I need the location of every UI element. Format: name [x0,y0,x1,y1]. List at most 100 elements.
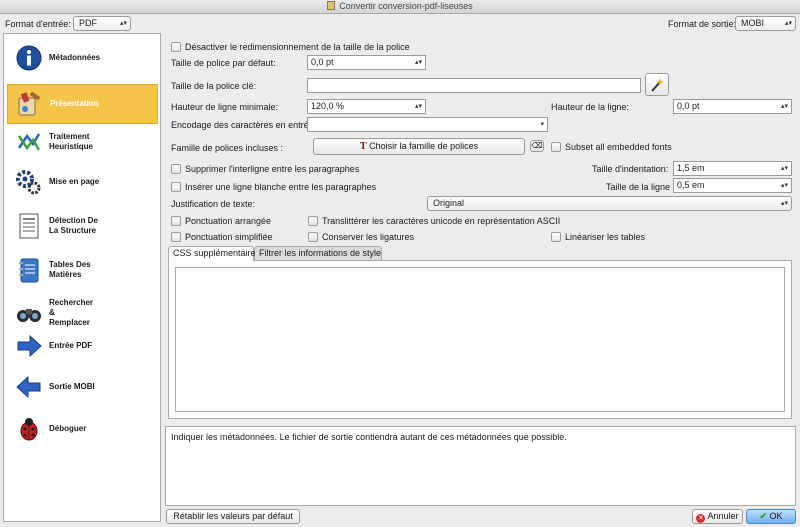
input-encoding-label: Encodage des caractères en entrée: [171,120,317,130]
reset-defaults-label: Rétablir les valeurs par défaut [173,511,293,521]
sidebar-item-metadata[interactable]: Métadonnées [7,39,158,79]
chevron-updown-icon: ▴▾ [784,20,792,27]
disable-font-resize-label: Désactiver le redimensionnement de la ta… [185,42,410,52]
sidebar-item-mobi-output[interactable]: Sortie MOBI [7,368,158,408]
min-line-height-label: Hauteur de ligne minimale: [171,102,279,112]
sidebar-item-structure-detection[interactable]: Détection De La Structure [7,207,158,247]
subset-fonts-label: Subset all embedded fonts [565,142,672,152]
subset-fonts-checkbox[interactable]: Subset all embedded fonts [551,141,672,153]
sidebar-item-label: Mise en page [49,177,100,186]
sidebar-item-label: Métadonnées [49,53,101,62]
sidebar-item-label: Détection De La Structure [49,216,98,235]
clear-icon: ⌫ [531,141,543,150]
justification-select[interactable]: Original ▴▾ [427,196,792,211]
cancel-button[interactable]: ✕ Annuler [692,509,743,524]
spin-arrows-icon: ▴▾ [780,165,788,172]
checkbox-box [171,232,181,242]
reset-defaults-button[interactable]: Rétablir les valeurs par défaut [166,509,300,524]
magic-wand-icon [651,78,664,92]
sidebar-item-label: Déboguer [49,424,87,433]
checkbox-box [171,182,181,192]
document-structure-icon [19,213,39,239]
paint-brush-icon [18,91,41,116]
tab-filter-style[interactable]: Filtrer les informations de style [254,246,382,260]
cancel-label: Annuler [707,511,739,521]
justification-label: Justification de texte: [171,199,256,209]
help-text-area: Indiquer les métadonnées. Le fichier de … [165,426,796,506]
checkbox-box [308,216,318,226]
sidebar-item-label: Traitement Heuristique [49,132,94,151]
unsmarten-punctuation-checkbox[interactable]: Ponctuation simplifiée [171,231,273,243]
checkbox-box [308,232,318,242]
unsmarten-punctuation-label: Ponctuation simplifiée [185,232,273,242]
sidebar-item-pdf-input[interactable]: Entrée PDF [7,327,158,367]
transliterate-unicode-label: Translittérer les caractères unicode en … [322,216,561,226]
output-format-select[interactable]: MOBI ▴▾ [735,16,796,31]
help-text: Indiquer les métadonnées. Le fichier de … [171,432,567,442]
sidebar-item-heuristics[interactable]: Traitement Heuristique [7,123,158,163]
sidebar-item-label: Présentation [50,99,99,108]
blank-line-size-label: Taille de la ligne [606,182,671,192]
sidebar: Métadonnées Présentation Traitement Heur… [3,33,161,522]
remove-paragraph-spacing-label: Supprimer l'interligne entre les paragra… [185,164,360,174]
sidebar-item-label: Tables Des Matières [49,260,91,279]
window-title: Convertir conversion-pdf-liseuses [339,1,473,11]
line-height-label: Hauteur de la ligne: [551,102,630,112]
checkbox-box [171,164,181,174]
ok-button[interactable]: ✔ OK [746,509,796,524]
key-font-size-input[interactable] [307,78,641,93]
cancel-icon: ✕ [696,514,706,523]
justification-value: Original [433,198,465,208]
extra-css-textarea[interactable] [175,267,785,412]
smarten-punctuation-checkbox[interactable]: Ponctuation arrangée [171,215,271,227]
keep-ligatures-checkbox[interactable]: Conserver les ligatures [308,231,414,243]
default-font-size-label: Taille de police par défaut: [171,58,276,68]
spin-arrows-icon: ▴▾ [780,182,788,189]
indent-size-spinbox[interactable]: 1,5 em ▴▾ [673,161,792,176]
sidebar-item-debug[interactable]: Déboguer [7,410,158,450]
smarten-punctuation-label: Ponctuation arrangée [185,216,272,226]
default-font-size-spinbox[interactable]: 0,0 pt ▴▾ [307,55,426,70]
notebook-icon [19,258,39,283]
indent-size-value: 1,5 em [677,163,705,173]
font-icon: T [359,141,367,152]
font-size-wizard-button[interactable] [645,73,669,96]
choose-font-family-button[interactable]: T Choisir la famille de polices [313,138,525,155]
sidebar-item-page-setup[interactable]: Mise en page [7,163,158,203]
blank-line-size-spinbox[interactable]: 0,5 em ▴▾ [673,178,792,193]
window-titlebar: Convertir conversion-pdf-liseuses [0,0,800,14]
remove-paragraph-spacing-checkbox[interactable]: Supprimer l'interligne entre les paragra… [171,163,359,175]
input-encoding-combobox[interactable]: ▾ [307,117,548,132]
sidebar-item-label: Sortie MOBI [49,382,95,391]
key-font-size-label: Taille de la police clé: [171,81,257,91]
disable-font-resize-checkbox[interactable]: Désactiver le redimensionnement de la ta… [171,41,410,53]
insert-blank-line-checkbox[interactable]: Insérer une ligne blanche entre les para… [171,181,376,193]
default-font-size-value: 0,0 pt [311,57,334,67]
chevron-down-icon: ▾ [540,121,544,128]
line-height-spinbox[interactable]: 0,0 pt ▴▾ [673,99,792,114]
ok-label: OK [769,511,783,521]
insert-blank-line-label: Insérer une ligne blanche entre les para… [185,182,377,192]
tab-extra-css[interactable]: CSS supplémentaire [168,246,256,261]
spin-arrows-icon: ▴▾ [414,103,422,110]
arrow-right-icon [17,334,42,358]
blank-line-size-value: 0,5 em [677,180,705,190]
sidebar-item-presentation[interactable]: Présentation [7,84,158,124]
spin-arrows-icon: ▴▾ [414,59,422,66]
extra-css-panel [168,260,792,419]
output-format-label: Format de sortie: [668,19,737,29]
input-format-value: PDF [79,18,97,28]
min-line-height-spinbox[interactable]: 120,0 % ▴▾ [307,99,426,114]
chevron-updown-icon: ▴▾ [119,20,127,27]
gears-icon [16,170,41,195]
min-line-height-value: 120,0 % [311,101,345,111]
linearize-tables-label: Linéariser les tables [565,232,646,242]
arrow-left-icon [16,375,41,399]
binoculars-icon [17,309,41,322]
clear-font-button[interactable]: ⌫ [530,140,544,152]
input-format-select[interactable]: PDF ▴▾ [73,16,131,31]
transliterate-unicode-checkbox[interactable]: Translittérer les caractères unicode en … [308,215,560,227]
linearize-tables-checkbox[interactable]: Linéariser les tables [551,231,645,243]
check-icon: ✔ [759,511,767,521]
sidebar-item-toc[interactable]: Tables Des Matières [7,251,158,291]
